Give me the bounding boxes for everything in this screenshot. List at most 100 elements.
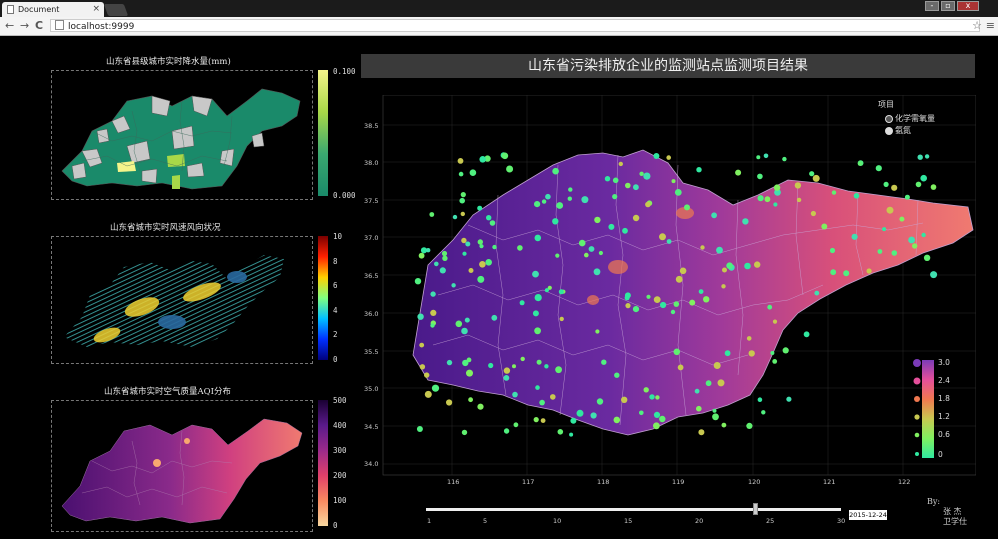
station-marker[interactable]: [705, 380, 712, 387]
station-marker[interactable]: [595, 329, 600, 334]
station-marker[interactable]: [567, 196, 572, 201]
station-marker[interactable]: [424, 372, 430, 378]
station-marker[interactable]: [576, 409, 584, 417]
station-marker[interactable]: [717, 379, 725, 387]
station-marker[interactable]: [646, 294, 651, 299]
station-marker[interactable]: [612, 177, 619, 184]
legend-item-ammonia[interactable]: 氨氮: [885, 125, 935, 136]
browser-tab[interactable]: Document ×: [2, 2, 104, 17]
station-marker[interactable]: [578, 239, 586, 247]
station-marker[interactable]: [462, 359, 469, 367]
station-marker[interactable]: [568, 187, 573, 192]
station-marker[interactable]: [857, 161, 862, 166]
station-marker[interactable]: [519, 300, 525, 306]
station-marker[interactable]: [649, 394, 655, 400]
station-marker[interactable]: [645, 201, 651, 208]
new-tab-button[interactable]: [103, 4, 129, 16]
station-marker[interactable]: [923, 254, 931, 261]
station-marker[interactable]: [643, 387, 649, 393]
menu-icon[interactable]: ≡: [986, 19, 995, 32]
station-marker[interactable]: [625, 303, 631, 309]
station-marker[interactable]: [754, 261, 761, 268]
station-marker[interactable]: [674, 189, 682, 196]
station-marker[interactable]: [666, 239, 672, 244]
station-marker[interactable]: [457, 158, 464, 164]
station-marker[interactable]: [622, 227, 628, 234]
station-marker[interactable]: [698, 429, 705, 436]
station-marker[interactable]: [703, 296, 710, 303]
station-marker[interactable]: [875, 165, 882, 172]
station-marker[interactable]: [794, 182, 802, 189]
station-marker[interactable]: [539, 399, 545, 406]
station-marker[interactable]: [746, 422, 753, 429]
station-marker[interactable]: [534, 294, 542, 302]
station-marker[interactable]: [830, 269, 837, 276]
station-marker[interactable]: [594, 216, 601, 224]
station-marker[interactable]: [851, 233, 858, 240]
station-marker[interactable]: [764, 196, 771, 203]
station-marker[interactable]: [550, 394, 556, 400]
station-marker[interactable]: [513, 422, 519, 428]
station-marker[interactable]: [853, 193, 860, 199]
station-marker[interactable]: [569, 432, 574, 437]
station-marker[interactable]: [742, 218, 749, 225]
station-marker[interactable]: [430, 309, 437, 316]
station-marker[interactable]: [491, 314, 498, 321]
station-marker[interactable]: [590, 412, 597, 419]
station-marker[interactable]: [821, 223, 828, 230]
station-marker[interactable]: [477, 239, 483, 245]
station-marker[interactable]: [713, 362, 721, 369]
station-marker[interactable]: [653, 296, 661, 303]
station-marker[interactable]: [684, 204, 690, 211]
station-marker[interactable]: [694, 388, 700, 394]
station-marker[interactable]: [666, 155, 671, 160]
station-marker[interactable]: [439, 267, 446, 274]
station-marker[interactable]: [598, 250, 603, 256]
station-marker[interactable]: [479, 156, 486, 163]
station-marker[interactable]: [757, 195, 764, 202]
tab-close-icon[interactable]: ×: [92, 2, 100, 17]
station-marker[interactable]: [461, 237, 467, 244]
station-marker[interactable]: [468, 268, 474, 273]
station-marker[interactable]: [621, 396, 628, 403]
station-marker[interactable]: [441, 250, 448, 257]
station-marker[interactable]: [545, 193, 551, 200]
station-marker[interactable]: [477, 275, 485, 283]
station-marker[interactable]: [534, 201, 541, 208]
station-marker[interactable]: [593, 268, 601, 276]
station-marker[interactable]: [724, 350, 731, 357]
station-marker[interactable]: [659, 415, 666, 423]
station-marker[interactable]: [908, 236, 915, 244]
station-marker[interactable]: [712, 413, 719, 421]
station-marker[interactable]: [455, 320, 463, 328]
station-marker[interactable]: [466, 369, 473, 377]
station-marker[interactable]: [748, 350, 755, 357]
station-marker[interactable]: [503, 375, 510, 381]
station-marker[interactable]: [552, 218, 559, 225]
station-marker[interactable]: [506, 165, 514, 173]
station-marker[interactable]: [772, 359, 778, 364]
station-marker[interactable]: [555, 366, 562, 374]
station-marker[interactable]: [757, 397, 763, 403]
station-marker[interactable]: [464, 317, 470, 323]
station-marker[interactable]: [552, 167, 559, 175]
station-marker[interactable]: [612, 194, 618, 200]
station-marker[interactable]: [581, 196, 589, 204]
bookmark-star-icon[interactable]: ☆: [972, 19, 982, 32]
station-marker[interactable]: [633, 184, 639, 191]
station-marker[interactable]: [430, 291, 436, 297]
station-marker[interactable]: [608, 223, 615, 230]
station-marker[interactable]: [632, 214, 640, 222]
station-marker[interactable]: [810, 210, 816, 217]
station-marker[interactable]: [541, 199, 547, 204]
station-marker[interactable]: [866, 268, 872, 274]
station-marker[interactable]: [920, 174, 927, 182]
station-marker[interactable]: [613, 416, 621, 424]
station-marker[interactable]: [711, 212, 717, 219]
station-marker[interactable]: [534, 327, 541, 335]
station-marker[interactable]: [460, 211, 465, 217]
station-marker[interactable]: [431, 384, 440, 392]
station-marker[interactable]: [639, 171, 644, 176]
station-marker[interactable]: [535, 385, 540, 390]
date-slider-track[interactable]: [426, 503, 841, 515]
